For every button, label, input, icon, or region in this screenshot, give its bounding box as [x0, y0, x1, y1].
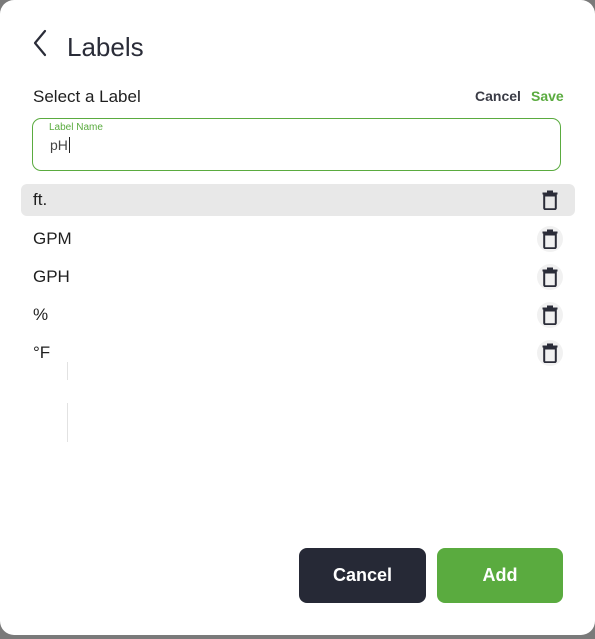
header-cancel-button[interactable]: Cancel — [475, 88, 521, 104]
label-row-gpm[interactable]: GPM — [21, 220, 575, 258]
label-row-ft[interactable]: ft. — [21, 184, 575, 216]
label-row-text: ft. — [33, 190, 48, 209]
divider — [67, 403, 68, 442]
label-row-text: GPH — [33, 267, 70, 286]
label-row-text: °F — [33, 343, 51, 362]
label-name-input[interactable]: pH — [50, 137, 70, 153]
label-list: ft. GPM GPH % °F — [21, 184, 575, 372]
trash-icon — [542, 343, 558, 363]
trash-icon — [542, 305, 558, 325]
delete-label-button[interactable] — [537, 187, 563, 213]
label-row-fahrenheit[interactable]: °F — [21, 334, 575, 372]
trash-icon — [542, 190, 558, 210]
select-label-heading: Select a Label — [33, 87, 141, 106]
delete-label-button[interactable] — [537, 302, 563, 328]
cancel-button[interactable]: Cancel — [299, 548, 426, 603]
labels-dialog: Labels Select a Label Cancel Save Label … — [0, 0, 595, 635]
label-row-text: GPM — [33, 229, 72, 248]
back-button[interactable] — [28, 29, 52, 62]
label-name-field[interactable]: Label Name pH — [32, 118, 561, 171]
label-name-field-label: Label Name — [49, 122, 103, 133]
trash-icon — [542, 229, 558, 249]
label-row-text: % — [33, 305, 49, 324]
page-title: Labels — [67, 32, 144, 62]
text-caret — [68, 137, 70, 153]
delete-label-button[interactable] — [537, 226, 563, 252]
header-save-button[interactable]: Save — [531, 88, 564, 104]
delete-label-button[interactable] — [537, 264, 563, 290]
add-button[interactable]: Add — [437, 548, 563, 603]
trash-icon — [542, 267, 558, 287]
label-name-value: pH — [50, 137, 68, 153]
label-row-gph[interactable]: GPH — [21, 258, 575, 296]
label-row-percent[interactable]: % — [21, 296, 575, 334]
delete-label-button[interactable] — [537, 340, 563, 366]
chevron-left-icon — [32, 29, 48, 62]
divider — [67, 362, 68, 380]
